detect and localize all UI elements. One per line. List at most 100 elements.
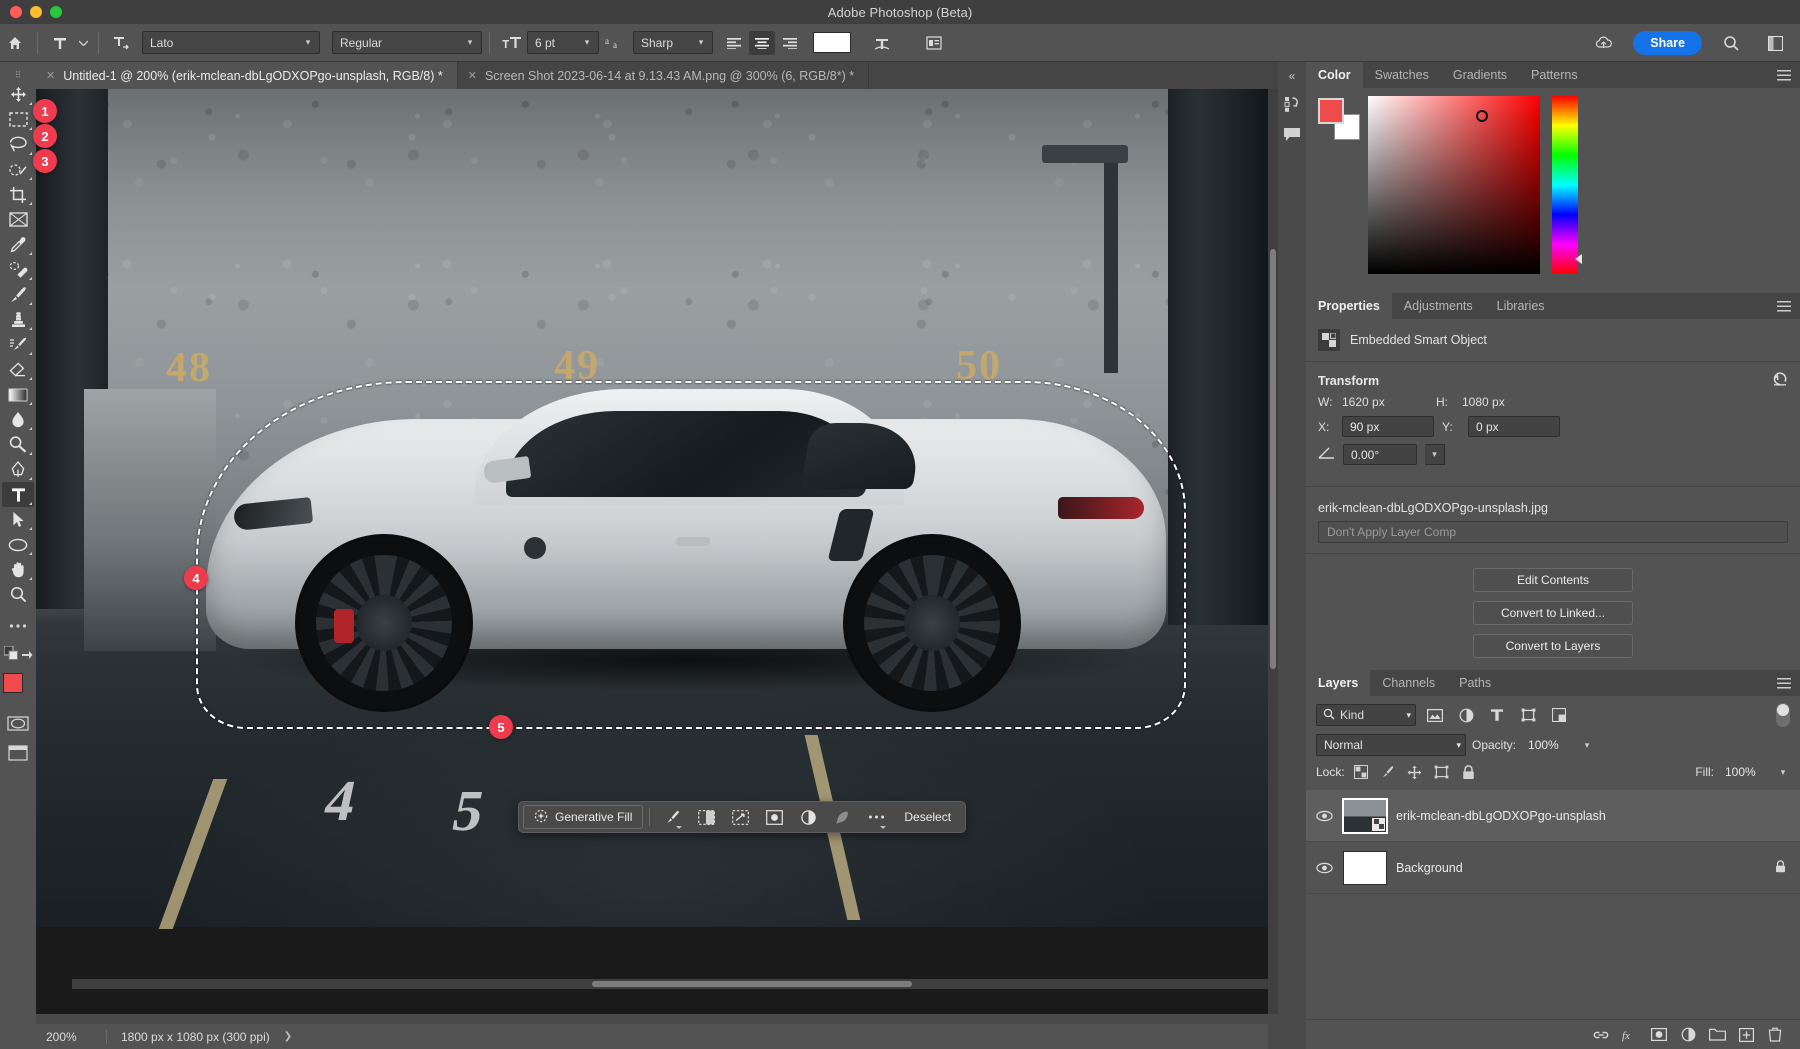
rectangular-marquee-tool[interactable] [2,107,34,132]
move-tool[interactable] [2,82,34,107]
gradient-tool[interactable] [2,382,34,407]
tab-gradients[interactable]: Gradients [1441,62,1519,88]
filter-kind-select[interactable]: Kind ▾ [1316,704,1416,726]
document-tab-1[interactable]: ✕ Untitled-1 @ 200% (erik-mclean-dbLgODX… [36,62,458,89]
collapse-panels-icon[interactable]: « [1278,62,1306,89]
foreground-background-colors[interactable] [1,671,35,705]
chevron-right-icon[interactable]: ❯ [270,1031,292,1042]
tab-paths[interactable]: Paths [1447,670,1503,696]
link-layers-icon[interactable] [1588,1022,1614,1048]
path-selection-tool[interactable] [2,507,34,532]
color-field[interactable] [1368,96,1540,274]
pen-tool[interactable] [2,457,34,482]
comments-icon[interactable] [1278,119,1306,149]
canvas-area[interactable]: 48 49 50 4 5 [36,89,1268,1014]
image-filter-icon[interactable] [1423,704,1447,726]
tab-adjustments[interactable]: Adjustments [1392,293,1485,319]
tab-channels[interactable]: Channels [1370,670,1447,696]
color-panel-tabs[interactable]: Color Swatches Gradients Patterns [1306,62,1800,88]
tab-color[interactable]: Color [1306,62,1363,88]
layer-comp-select[interactable]: Don't Apply Layer Comp [1318,521,1788,543]
spot-healing-brush-tool[interactable] [2,257,34,282]
properties-panel-tabs[interactable]: Properties Adjustments Libraries [1306,293,1800,319]
chevron-down-icon[interactable]: ▾ [1425,444,1445,465]
color-picker-marker[interactable] [1476,110,1488,122]
panel-menu-icon[interactable] [1768,62,1800,88]
lock-artboard-icon[interactable] [1431,762,1453,782]
convert-to-layers-button[interactable]: Convert to Layers [1473,634,1633,658]
dodge-tool[interactable] [2,432,34,457]
close-icon[interactable]: ✕ [468,69,477,82]
new-layer-icon[interactable] [1733,1022,1759,1048]
zoom-level[interactable]: 200% [36,1030,106,1044]
type-tool-icon[interactable] [45,30,75,56]
filter-enable-toggle[interactable] [1776,703,1790,727]
character-panel-icon[interactable] [919,30,949,56]
layer-thumbnail[interactable] [1343,799,1387,833]
reset-icon[interactable] [1772,372,1788,389]
horizontal-scrollbar[interactable] [72,979,1268,989]
feather-button[interactable] [826,804,858,830]
more-options-button[interactable] [860,804,892,830]
smart-object-filter-icon[interactable] [1547,704,1571,726]
chevron-down-icon[interactable]: ▾ [1580,740,1594,751]
share-button[interactable]: Share [1633,31,1702,55]
color-panel-swatches[interactable] [1318,98,1360,140]
align-center-button[interactable] [749,31,775,55]
font-style-select[interactable]: Regular ▾ [332,31,482,54]
lock-image-icon[interactable] [1377,762,1399,782]
opacity-input[interactable]: 100% [1522,735,1574,755]
contextual-taskbar[interactable]: Generative Fill [518,801,966,833]
blend-mode-select[interactable]: Normal ▾ [1316,734,1466,756]
edit-toolbar-button[interactable] [2,613,34,638]
history-brush-tool[interactable] [2,332,34,357]
color-panel[interactable] [1306,88,1800,293]
quick-mask-icon[interactable] [2,711,34,736]
swap-colors-icon[interactable] [21,647,33,665]
eyedropper-tool[interactable] [2,232,34,257]
edit-contents-button[interactable]: Edit Contents [1473,568,1633,592]
layer-visibility-toggle[interactable] [1314,862,1334,874]
font-size-select[interactable]: 6 pt ▾ [527,31,599,54]
tab-properties[interactable]: Properties [1306,293,1392,319]
chevron-down-icon[interactable]: ▾ [1776,767,1790,778]
panel-menu-icon[interactable] [1768,670,1800,696]
layer-thumbnail[interactable] [1343,851,1387,885]
layers-panel-tabs[interactable]: Layers Channels Paths [1306,670,1800,696]
lock-position-icon[interactable] [1404,762,1426,782]
tab-patterns[interactable]: Patterns [1519,62,1590,88]
default-colors-icon[interactable] [4,646,18,665]
tab-swatches[interactable]: Swatches [1363,62,1441,88]
adjustment-layer-icon[interactable] [1675,1022,1701,1048]
layer-visibility-toggle[interactable] [1314,810,1334,822]
shape-filter-icon[interactable] [1516,704,1540,726]
text-color-swatch[interactable] [813,32,851,53]
text-alignment-group[interactable] [721,31,803,55]
horizontal-scrollbar-thumb[interactable] [592,981,912,987]
panel-menu-icon[interactable] [1768,293,1800,319]
transform-selection-button[interactable] [724,804,756,830]
generative-fill-button[interactable]: Generative Fill [523,805,643,829]
zoom-tool[interactable] [2,582,34,607]
font-family-select[interactable]: Lato ▾ [142,31,320,54]
hue-ramp[interactable] [1552,96,1578,274]
new-group-icon[interactable] [1704,1022,1730,1048]
align-right-button[interactable] [777,31,803,55]
vertical-scrollbar[interactable] [1268,89,1278,1014]
layer-mask-icon[interactable] [1646,1022,1672,1048]
brush-tool[interactable] [2,282,34,307]
lasso-tool[interactable] [2,132,34,157]
invert-selection-button[interactable] [690,804,722,830]
blur-tool[interactable] [2,407,34,432]
deselect-button[interactable]: Deselect [894,810,961,824]
ellipse-tool[interactable] [2,532,34,557]
adjustment-layer-button[interactable] [792,804,824,830]
frame-tool[interactable] [2,207,34,232]
hand-tool[interactable] [2,557,34,582]
vertical-scrollbar-thumb[interactable] [1270,249,1276,669]
tab-layers[interactable]: Layers [1306,670,1370,696]
convert-to-linked-button[interactable]: Convert to Linked... [1473,601,1633,625]
screen-mode-icon[interactable] [2,740,34,765]
home-icon[interactable] [0,30,30,56]
layer-name[interactable]: Background [1396,861,1766,875]
